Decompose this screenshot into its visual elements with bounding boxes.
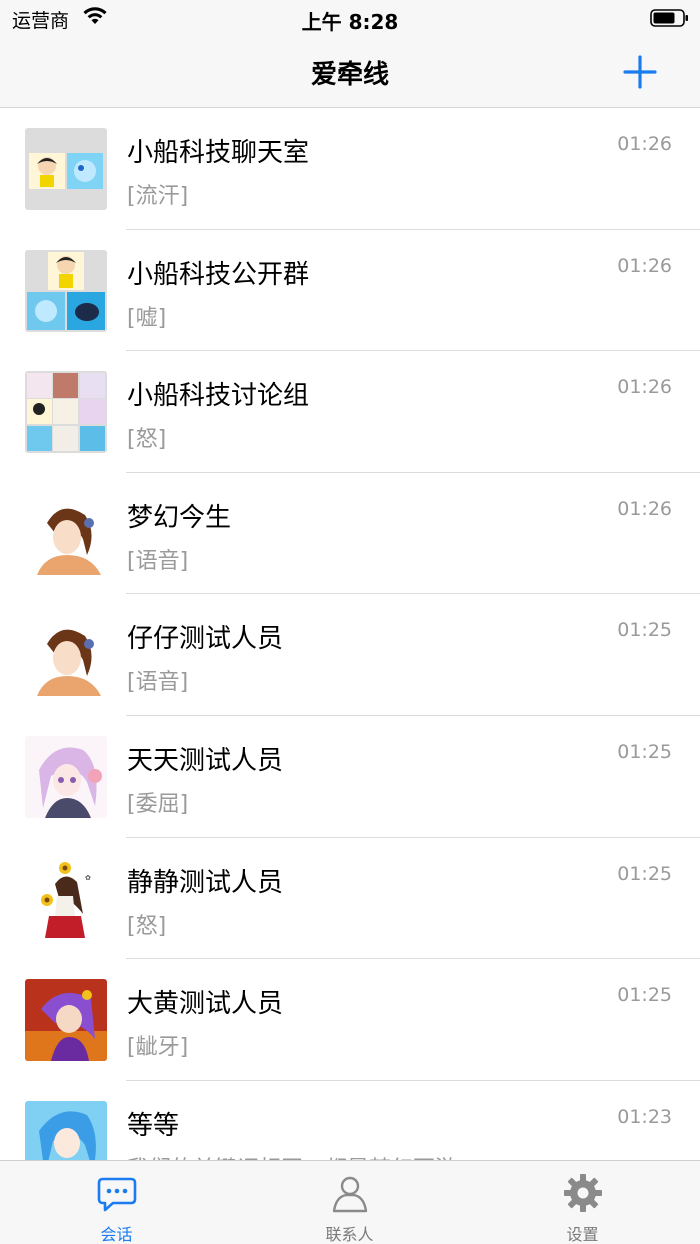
person-icon xyxy=(332,1176,367,1213)
navigation-bar: 爱牵线 xyxy=(0,36,700,108)
user-avatar xyxy=(25,979,107,1062)
tab-conversations[interactable]: 会话 xyxy=(0,1161,233,1244)
conversation-name: 大黄测试人员 xyxy=(127,989,284,1020)
conversation-list[interactable]: 小船科技聊天室 [流汗] 01:26 小船科技公开群 [嘘] 01:26 小船科… xyxy=(0,108,700,1160)
tab-bar: 会话 联系人 设置 xyxy=(0,1160,700,1244)
conversation-row[interactable]: 梦幻今生 [语音] 01:26 xyxy=(0,473,700,595)
conversation-name: 小船科技讨论组 xyxy=(127,381,310,412)
conversation-preview: 我们的关键词相同，都是梦幻西游 xyxy=(127,1151,457,1160)
conversation-preview: [怒] xyxy=(127,913,167,939)
svg-text:✿: ✿ xyxy=(85,874,91,882)
conversation-time: 01:26 xyxy=(617,133,672,155)
conversation-row[interactable]: 仔仔测试人员 [语音] 01:25 xyxy=(0,594,700,716)
add-icon[interactable] xyxy=(622,54,658,90)
conversation-preview: [语音] xyxy=(127,548,189,574)
conversation-time: 01:25 xyxy=(617,862,672,885)
user-avatar xyxy=(25,614,107,697)
conversation-row[interactable]: 小船科技聊天室 [流汗] 01:26 xyxy=(0,108,700,230)
page-title: 爱牵线 xyxy=(310,60,389,90)
conversation-row[interactable]: 等等 我们的关键词相同，都是梦幻西游 01:23 xyxy=(0,1081,700,1160)
group-avatar xyxy=(25,128,107,210)
conversation-preview: [龇牙] xyxy=(127,1035,189,1061)
conversation-time: 01:25 xyxy=(617,619,672,642)
conversation-time: 01:23 xyxy=(617,1105,672,1128)
conversation-preview: [嘘] xyxy=(127,305,167,331)
conversation-preview: [语音] xyxy=(127,670,189,696)
conversation-time: 01:26 xyxy=(617,497,672,520)
conversation-row[interactable]: ✿ 静静测试人员 [怒] 01:25 xyxy=(0,838,700,960)
conversation-row[interactable]: 大黄测试人员 [龇牙] 01:25 xyxy=(0,959,700,1081)
chat-bubble-icon xyxy=(97,1177,136,1212)
tab-settings[interactable]: 设置 xyxy=(466,1161,699,1244)
tab-label: 会话 xyxy=(100,1225,133,1244)
user-avatar xyxy=(25,492,107,575)
tab-label: 联系人 xyxy=(325,1225,374,1244)
conversation-name: 等等 xyxy=(127,1110,180,1141)
conversation-preview: [怒] xyxy=(127,427,167,453)
gear-icon xyxy=(563,1174,602,1212)
conversation-name: 天天测试人员 xyxy=(127,745,284,776)
conversation-row[interactable]: 天天测试人员 [委屈] 01:25 xyxy=(0,716,700,838)
conversation-time: 01:26 xyxy=(617,376,672,399)
conversation-row[interactable]: 小船科技公开群 [嘘] 01:26 xyxy=(0,230,700,352)
conversation-preview: [委屈] xyxy=(127,791,189,817)
status-bar: 运营商 上午 8:28 xyxy=(0,0,700,36)
conversation-name: 梦幻今生 xyxy=(127,502,232,533)
tab-contacts[interactable]: 联系人 xyxy=(233,1161,466,1244)
clock: 上午 8:28 xyxy=(301,10,399,34)
user-avatar: ✿ xyxy=(25,857,107,940)
conversation-name: 静静测试人员 xyxy=(127,867,284,898)
conversation-time: 01:25 xyxy=(617,740,672,763)
battery-icon xyxy=(650,9,688,27)
group-avatar xyxy=(25,249,107,332)
conversation-name: 仔仔测试人员 xyxy=(127,624,284,655)
conversation-name: 小船科技公开群 xyxy=(127,259,310,290)
conversation-preview: [流汗] xyxy=(127,184,189,209)
tab-label: 设置 xyxy=(566,1225,599,1244)
conversation-time: 01:25 xyxy=(617,984,672,1007)
group-avatar xyxy=(25,371,107,454)
user-avatar xyxy=(25,1100,107,1160)
conversation-time: 01:26 xyxy=(617,254,672,277)
user-avatar xyxy=(25,735,107,818)
conversation-row[interactable]: 小船科技讨论组 [怒] 01:26 xyxy=(0,351,700,473)
conversation-name: 小船科技聊天室 xyxy=(127,138,310,168)
